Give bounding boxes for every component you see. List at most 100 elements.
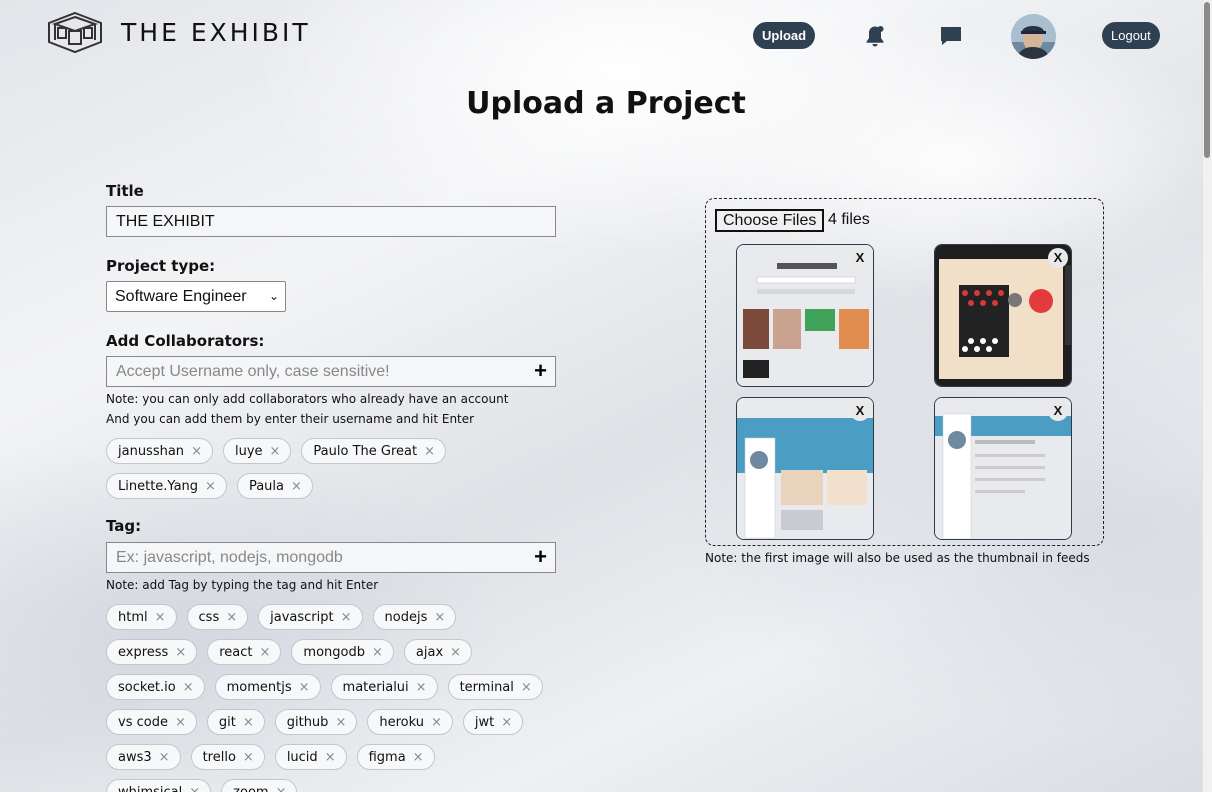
close-icon[interactable]: × [450, 645, 461, 660]
tag-chip-label: figma [368, 749, 406, 765]
avatar[interactable] [1011, 14, 1056, 59]
close-icon[interactable]: × [260, 645, 271, 660]
tag-chip: express × [106, 639, 198, 665]
tag-chip-label: aws3 [118, 749, 152, 765]
close-icon[interactable]: × [372, 645, 383, 660]
collaborator-chip: luye × [222, 438, 292, 464]
close-icon[interactable]: × [191, 444, 202, 459]
close-icon[interactable]: × [183, 680, 194, 695]
tag-chip: ajax × [403, 639, 473, 665]
chat-icon[interactable] [939, 24, 963, 48]
collaborators-label: Add Collaborators: [106, 332, 265, 350]
close-icon[interactable]: × [291, 479, 302, 494]
close-icon[interactable]: × [431, 715, 442, 730]
title-label: Title [106, 182, 144, 200]
tag-input-placeholder: Ex: javascript, nodejs, mongodb [116, 549, 343, 566]
remove-image-button[interactable]: X [1048, 401, 1068, 421]
remove-image-button[interactable]: X [850, 248, 870, 268]
tag-chip: figma × [356, 744, 435, 770]
scrollbar-thumb[interactable] [1204, 2, 1210, 158]
tag-chip: git × [206, 709, 265, 735]
tag-chip-label: socket.io [118, 679, 176, 695]
tag-chip: aws3 × [106, 744, 181, 770]
close-icon[interactable]: × [299, 680, 310, 695]
user-photo-icon [1011, 14, 1056, 59]
close-icon[interactable]: × [226, 610, 237, 625]
tag-chip-label: zoom [233, 784, 269, 792]
tag-chip-list: html × css × javascript × nodejs × express × react… [106, 604, 546, 792]
tag-chip: whimsical × [106, 779, 212, 792]
collaborator-input[interactable]: Accept Username only, case sensitive! + [106, 356, 556, 387]
tag-chip-label: html [118, 609, 148, 625]
collaborator-chip-label: janusshan [118, 443, 185, 459]
close-icon[interactable]: × [159, 750, 170, 765]
title-input[interactable]: THE EXHIBIT [106, 206, 556, 237]
logout-button[interactable]: Logout [1102, 22, 1160, 49]
project-type-value: Software Engineer [115, 288, 247, 305]
chevron-down-icon: ⌄ [268, 289, 279, 303]
tag-chip: vs code × [106, 709, 197, 735]
close-icon[interactable]: × [270, 444, 281, 459]
image-preview-1: X [736, 244, 874, 387]
tag-chip-label: momentjs [226, 679, 292, 695]
tag-chip: javascript × [258, 604, 363, 630]
brand-name: THE EXHIBIT [121, 18, 311, 47]
close-icon[interactable]: × [175, 645, 186, 660]
collaborator-chip: janusshan × [106, 438, 213, 464]
page-title: Upload a Project [466, 86, 746, 121]
tag-chip-label: ajax [415, 644, 444, 660]
tag-chip-label: vs code [118, 714, 168, 730]
tag-chip: nodejs × [372, 604, 457, 630]
close-icon[interactable]: × [521, 680, 532, 695]
remove-image-button[interactable]: X [850, 401, 870, 421]
image-preview-2: X [934, 244, 1072, 387]
close-icon[interactable]: × [424, 444, 435, 459]
tag-chip-label: nodejs [384, 609, 428, 625]
close-icon[interactable]: × [335, 715, 346, 730]
choose-files-button[interactable]: Choose Files [715, 209, 825, 232]
collaborator-chip-list: janusshan × luye × Paulo The Great × Linette.Y… [106, 438, 576, 499]
close-icon[interactable]: × [276, 785, 287, 792]
project-type-select[interactable]: Software Engineer ⌄ [106, 281, 286, 312]
tag-label: Tag: [106, 517, 142, 535]
upload-button[interactable]: Upload [753, 22, 816, 49]
close-icon[interactable]: × [434, 610, 445, 625]
tag-chip-label: terminal [459, 679, 514, 695]
close-icon[interactable]: × [205, 479, 216, 494]
tag-chip-label: mongodb [303, 644, 365, 660]
tag-chip-label: lucid [286, 749, 318, 765]
collaborator-note-1: Note: you can only add collaborators who… [106, 392, 509, 406]
brand-logo[interactable]: THE EXHIBIT [47, 11, 311, 54]
cube-logo-icon [48, 11, 102, 54]
close-icon[interactable]: × [175, 715, 186, 730]
tag-chip-label: express [118, 644, 169, 660]
tag-chip: css × [186, 604, 249, 630]
tag-chip: jwt × [462, 709, 524, 735]
bell-icon[interactable] [863, 24, 887, 48]
collaborator-input-placeholder: Accept Username only, case sensitive! [116, 363, 390, 380]
tag-chip: react × [207, 639, 282, 665]
close-icon[interactable]: × [189, 785, 200, 792]
tag-chip-label: react [219, 644, 253, 660]
tag-chip: socket.io × [106, 674, 205, 700]
tag-input[interactable]: Ex: javascript, nodejs, mongodb + [106, 542, 556, 573]
close-icon[interactable]: × [325, 750, 336, 765]
close-icon[interactable]: × [341, 610, 352, 625]
collaborator-note-2: And you can add them by enter their user… [106, 412, 475, 426]
tag-chip-label: trello [202, 749, 236, 765]
close-icon[interactable]: × [416, 680, 427, 695]
collaborator-chip-label: Paula [248, 478, 284, 494]
tag-chip-label: git [218, 714, 236, 730]
close-icon[interactable]: × [243, 715, 254, 730]
tag-chip: lucid × [274, 744, 347, 770]
close-icon[interactable]: × [243, 750, 254, 765]
add-collaborator-icon[interactable]: + [534, 360, 547, 382]
tag-chip-label: heroku [379, 714, 424, 730]
tag-chip: trello × [190, 744, 265, 770]
remove-image-button[interactable]: X [1048, 248, 1068, 268]
close-icon[interactable]: × [413, 750, 424, 765]
close-icon[interactable]: × [501, 715, 512, 730]
collaborator-chip-label: luye [234, 443, 263, 459]
close-icon[interactable]: × [155, 610, 166, 625]
add-tag-icon[interactable]: + [534, 546, 547, 568]
